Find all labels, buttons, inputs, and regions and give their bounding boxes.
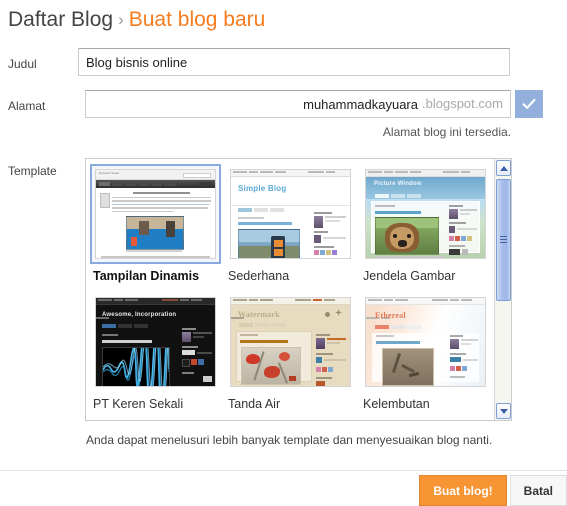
template-thumbnail-frame: Ethereal <box>360 292 491 392</box>
breadcrumb-root-link[interactable]: Daftar Blog <box>8 8 113 31</box>
template-scroll-area: Dynamic Views Tampilan Dinamis Simple Bl… <box>86 159 494 420</box>
template-option-ethereal[interactable]: Ethereal Kelembutan <box>360 292 491 412</box>
address-field-label: Alamat <box>8 99 46 113</box>
blog-title-input[interactable] <box>78 48 510 76</box>
template-preview-ethereal: Ethereal <box>365 297 486 387</box>
create-blog-button[interactable]: Buat blog! <box>419 475 507 506</box>
chevron-up-icon <box>499 165 508 171</box>
template-thumbnail-frame: Picture Window <box>360 164 491 264</box>
breadcrumb: Daftar Blog › Buat blog baru <box>8 6 265 35</box>
template-thumbnail-frame: Awesome, Incorporation <box>90 292 221 392</box>
scrollbar-down-button[interactable] <box>496 403 511 419</box>
scrollbar-grip-icon <box>500 236 507 244</box>
footer-actions: Buat blog! Batal <box>419 475 567 506</box>
chevron-down-icon <box>499 408 508 414</box>
template-option-label: Sederhana <box>228 269 290 283</box>
template-option-label: Tanda Air <box>228 397 281 411</box>
template-option-picture-window[interactable]: Picture Window Jendela Gambar <box>360 164 491 284</box>
template-preview-watermark: Watermark <box>230 297 351 387</box>
template-picker: Dynamic Views Tampilan Dinamis Simple Bl… <box>85 158 512 421</box>
template-option-label: PT Keren Sekali <box>93 397 184 411</box>
template-list-scrollbar[interactable] <box>494 159 511 420</box>
template-option-label: Kelembutan <box>363 397 430 411</box>
template-thumbnail-frame: Dynamic Views <box>90 164 221 264</box>
template-option-label: Tampilan Dinamis <box>93 269 200 283</box>
check-icon <box>521 96 537 112</box>
scrollbar-thumb[interactable] <box>496 179 511 301</box>
address-availability-status: Alamat blog ini tersedia. <box>382 125 511 139</box>
blog-address-input[interactable] <box>85 90 511 118</box>
template-help-text: Anda dapat menelusuri lebih banyak templ… <box>86 433 493 447</box>
template-grid: Dynamic Views Tampilan Dinamis Simple Bl… <box>86 164 494 420</box>
template-option-watermark[interactable]: Watermark Tanda Air <box>225 292 356 412</box>
template-preview-dynamic-views: Dynamic Views <box>95 169 216 259</box>
template-thumbnail-frame: Simple Blog <box>225 164 356 264</box>
template-option-awesome-inc[interactable]: Awesome, Incorporation PT Keren Sekali <box>90 292 221 412</box>
template-option-simple[interactable]: Simple Blog Sederhana <box>225 164 356 284</box>
template-thumbnail-frame: Watermark <box>225 292 356 392</box>
breadcrumb-current-page: Buat blog baru <box>128 8 266 31</box>
address-availability-check-button[interactable] <box>515 90 543 118</box>
template-field-label: Template <box>8 164 57 178</box>
template-preview-awesome-inc: Awesome, Incorporation <box>95 297 216 387</box>
title-field-label: Judul <box>8 57 37 71</box>
template-preview-simple: Simple Blog <box>230 169 351 259</box>
template-option-dynamic-views[interactable]: Dynamic Views Tampilan Dinamis <box>90 164 221 284</box>
template-preview-picture-window: Picture Window <box>365 169 486 259</box>
cancel-button[interactable]: Batal <box>509 475 567 506</box>
footer-divider <box>0 470 567 471</box>
scrollbar-up-button[interactable] <box>496 160 511 176</box>
template-option-label: Jendela Gambar <box>363 269 456 283</box>
breadcrumb-separator-icon: › <box>118 10 124 29</box>
